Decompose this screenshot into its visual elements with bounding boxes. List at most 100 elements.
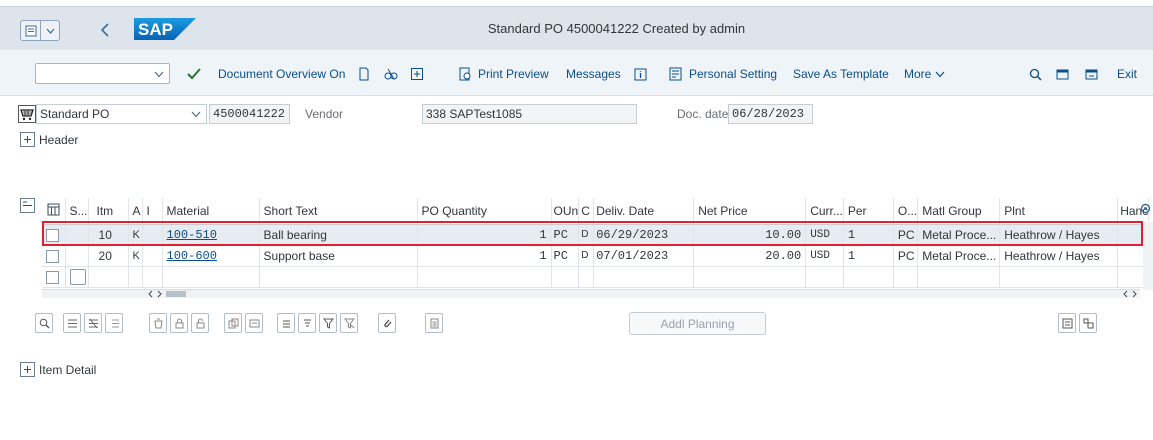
c-cell[interactable]: D — [578, 245, 595, 267]
command-field[interactable] — [35, 63, 170, 84]
short-text-cell[interactable]: Support base — [259, 245, 418, 267]
layout-switch-icon[interactable] — [1079, 313, 1097, 333]
col-header-per[interactable]: Per — [843, 198, 894, 225]
copy-icon[interactable] — [224, 313, 242, 333]
deliv-date-cell[interactable]: 07/01/2023 — [593, 245, 695, 267]
attachment-icon[interactable] — [378, 313, 396, 333]
table-row[interactable]: 20 K 100-600 Support base 1 PC D 07/01/2… — [42, 245, 1150, 267]
currency-cell[interactable]: USD — [805, 224, 844, 246]
scroll-arrows-icon[interactable] — [147, 290, 163, 298]
material-cell[interactable]: 100-600 — [162, 245, 260, 267]
per-cell[interactable]: 1 — [843, 224, 894, 246]
col-header-i[interactable]: I — [142, 198, 163, 225]
layout-icon[interactable] — [1085, 65, 1098, 83]
window-icon[interactable] — [1056, 65, 1069, 83]
short-text-cell[interactable]: Ball bearing — [259, 224, 418, 246]
glasses-icon[interactable] — [384, 65, 398, 83]
more-button[interactable]: More — [904, 65, 945, 83]
col-header-material[interactable]: Material — [162, 198, 260, 225]
unlock-icon[interactable] — [191, 313, 209, 333]
col-header-po-quantity[interactable]: PO Quantity — [417, 198, 552, 225]
vertical-scrollbar[interactable] — [1143, 222, 1153, 290]
zoom-icon[interactable] — [35, 313, 53, 333]
order-unit-cell[interactable]: PC — [893, 224, 919, 246]
addl-planning-button[interactable]: Addl Planning — [629, 312, 766, 335]
deselect-all-icon[interactable] — [84, 313, 102, 333]
delete-icon[interactable] — [149, 313, 167, 333]
header-expand-button[interactable]: Header — [20, 132, 78, 147]
column-settings-icon[interactable] — [1140, 203, 1151, 217]
po-number-field[interactable]: 4500041222 — [209, 104, 290, 124]
col-header-plnt[interactable]: Plnt — [999, 198, 1119, 225]
lock-icon[interactable] — [170, 313, 188, 333]
order-unit-cell[interactable]: PC — [893, 245, 919, 267]
search-icon[interactable] — [1029, 65, 1042, 83]
details-icon[interactable] — [245, 313, 263, 333]
table-settings-icon[interactable] — [42, 198, 66, 225]
col-header-net-price[interactable]: Net Price — [693, 198, 807, 225]
acct-assign-cell[interactable]: K — [128, 224, 143, 246]
acct-assign-cell[interactable]: K — [128, 245, 143, 267]
material-link[interactable]: 100-510 — [167, 228, 217, 242]
net-price-cell[interactable]: 20.00 — [693, 245, 807, 267]
horizontal-scrollbar[interactable] — [42, 289, 1140, 298]
oun-cell[interactable]: PC — [551, 224, 580, 246]
plant-cell[interactable]: Heathrow / Hayes — [999, 245, 1119, 267]
save-as-template-button[interactable]: Save As Template — [793, 65, 889, 83]
personal-setting-button[interactable]: Personal Setting — [669, 65, 777, 83]
net-price-cell[interactable]: 10.00 — [693, 224, 807, 246]
c-cell[interactable]: D — [578, 224, 595, 246]
document-icon[interactable] — [358, 65, 370, 83]
col-header-a[interactable]: A — [128, 198, 143, 225]
col-header-curr[interactable]: Curr... — [805, 198, 844, 225]
per-cell[interactable]: 1 — [843, 245, 894, 267]
col-header-itm[interactable]: Itm — [88, 198, 129, 225]
col-header-deliv-date[interactable]: Deliv. Date — [593, 198, 695, 225]
plant-cell[interactable]: Heathrow / Hayes — [999, 224, 1119, 246]
po-quantity-cell[interactable]: 1 — [417, 224, 552, 246]
row-checkbox[interactable] — [42, 245, 66, 267]
select-all-icon[interactable] — [63, 313, 81, 333]
select-block-icon[interactable] — [105, 313, 123, 333]
item-cat-cell[interactable] — [142, 224, 163, 246]
sort-ascending-icon[interactable] — [277, 313, 295, 333]
vendor-field[interactable]: 338 SAPTest1085 — [422, 104, 637, 124]
document-list-icon[interactable] — [425, 313, 443, 333]
col-header-matl-group[interactable]: Matl Group — [917, 198, 1001, 225]
oun-cell[interactable]: PC — [551, 245, 580, 267]
matl-group-cell[interactable]: Metal Proce... — [917, 224, 1001, 246]
menu-button[interactable] — [20, 20, 60, 41]
col-header-o[interactable]: O... — [893, 198, 919, 225]
sort-descending-icon[interactable] — [298, 313, 316, 333]
table-row-empty[interactable] — [42, 266, 1150, 288]
col-header-oun[interactable]: OUn — [551, 198, 580, 225]
doc-type-dropdown[interactable]: Standard PO — [36, 104, 207, 124]
save-icon[interactable] — [410, 65, 424, 83]
filter-icon[interactable] — [319, 313, 337, 333]
scroll-thumb[interactable] — [166, 291, 186, 297]
exit-button[interactable]: Exit — [1117, 65, 1137, 83]
row-checkbox[interactable] — [42, 266, 66, 288]
item-cat-cell[interactable] — [142, 245, 163, 267]
material-link[interactable]: 100-600 — [167, 249, 217, 263]
grid-settings-icon[interactable] — [1058, 313, 1076, 333]
chevron-down-icon[interactable] — [154, 67, 164, 81]
print-preview-button[interactable]: Print Preview — [458, 65, 549, 83]
check-button[interactable] — [187, 65, 201, 83]
back-button[interactable] — [96, 20, 114, 40]
scroll-arrows-icon[interactable] — [1122, 290, 1138, 298]
col-header-short-text[interactable]: Short Text — [259, 198, 418, 225]
deliv-date-cell[interactable]: 06/29/2023 — [593, 224, 695, 246]
table-row[interactable]: 10 K 100-510 Ball bearing 1 PC D 06/29/2… — [42, 224, 1150, 246]
doc-date-field[interactable]: 06/28/2023 — [728, 104, 813, 124]
item-detail-expand-button[interactable]: Item Detail — [20, 362, 96, 377]
currency-cell[interactable]: USD — [805, 245, 844, 267]
col-header-s[interactable]: S... — [65, 198, 89, 225]
po-quantity-cell[interactable]: 1 — [417, 245, 552, 267]
material-cell[interactable]: 100-510 — [162, 224, 260, 246]
matl-group-cell[interactable]: Metal Proce... — [917, 245, 1001, 267]
remove-filter-icon[interactable] — [340, 313, 358, 333]
col-header-c[interactable]: C — [578, 198, 595, 225]
row-checkbox[interactable] — [42, 224, 66, 246]
info-icon[interactable] — [634, 65, 647, 83]
